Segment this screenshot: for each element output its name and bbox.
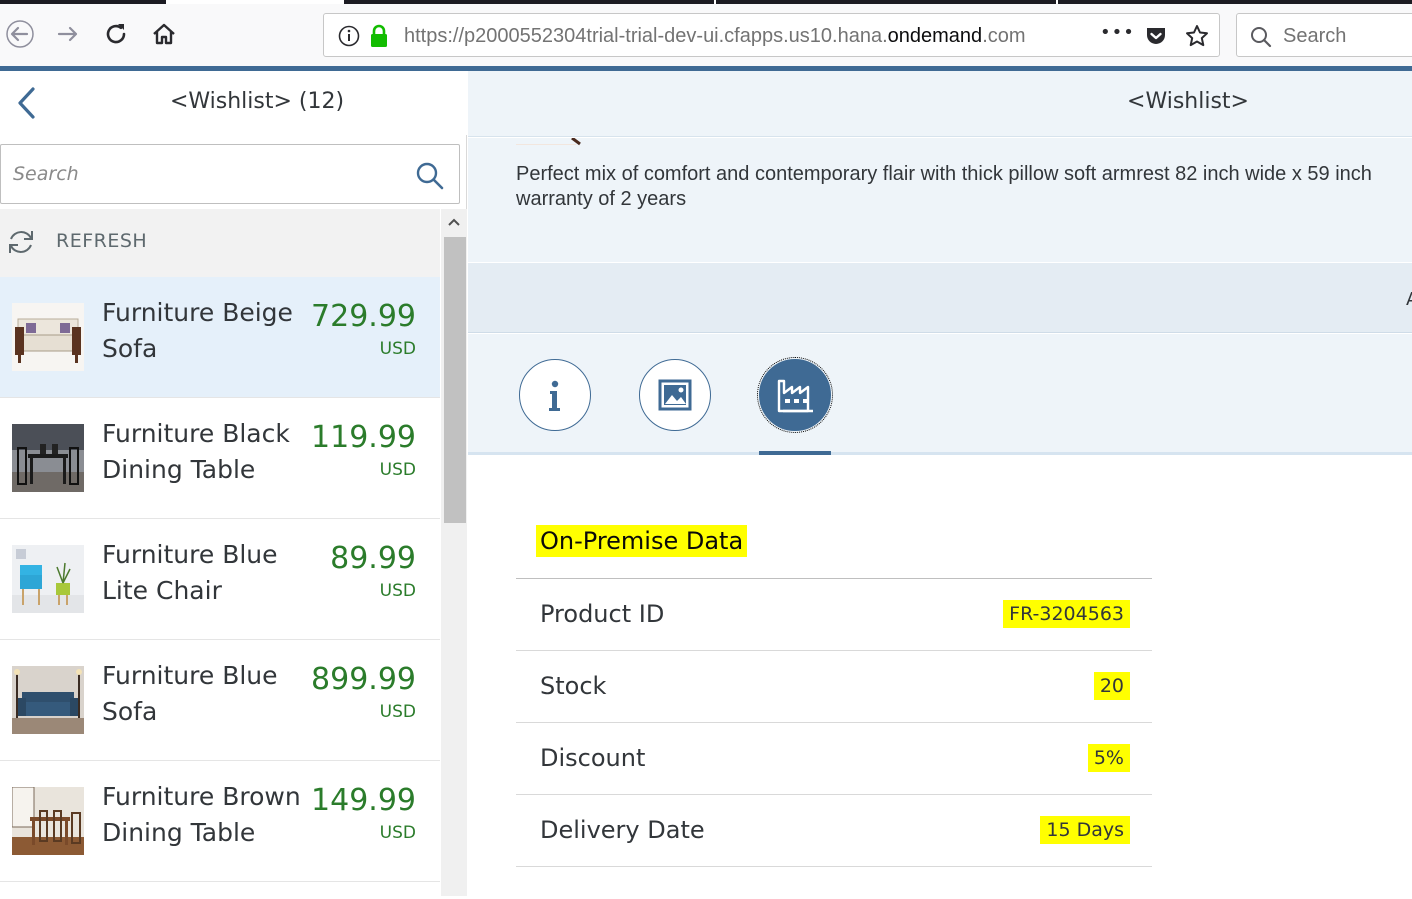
item-price: 149.99 — [311, 783, 416, 818]
lock-icon[interactable] — [368, 24, 390, 48]
item-currency: USD — [379, 702, 416, 722]
list-scrollbar[interactable] — [441, 209, 467, 896]
image-icon — [658, 379, 692, 411]
row-value: 15 Days — [1040, 816, 1130, 844]
page-actions-icon[interactable]: ••• — [1100, 22, 1135, 43]
product-description: Perfect mix of comfort and contemporary … — [468, 138, 1412, 262]
row-label: Product ID — [540, 600, 665, 628]
info-icon — [549, 380, 560, 411]
reload-icon[interactable] — [98, 16, 134, 52]
browser-search-bar[interactable]: Search — [1236, 13, 1412, 57]
item-price: 899.99 — [311, 662, 416, 697]
product-thumbnail-blue-lite-chair — [12, 545, 84, 613]
detail-pane: <Wishlist> Perfect mix of comfort and co… — [468, 71, 1412, 896]
bookmark-star-icon[interactable] — [1184, 23, 1210, 49]
row-label: Delivery Date — [540, 816, 705, 844]
active-tab-underline — [759, 451, 831, 455]
list-item[interactable]: Furniture Black Dining Table 119.99 USD — [0, 398, 440, 519]
detail-title: <Wishlist> — [1127, 89, 1249, 114]
item-price: 119.99 — [311, 420, 416, 455]
table-row: Discount 5% — [516, 723, 1152, 795]
table-row: Delivery Date 15 Days — [516, 795, 1152, 867]
url-text[interactable]: https://p2000552304trial-trial-dev-ui.cf… — [404, 25, 1044, 48]
scroll-thumb[interactable] — [444, 237, 466, 523]
search-input[interactable] — [13, 159, 393, 189]
wishlist-list: REFRESH Furniture Beige Sofa 729.99 USD … — [0, 209, 440, 899]
master-title: <Wishlist> (12) — [169, 89, 345, 114]
item-currency: USD — [379, 339, 416, 359]
master-pane: <Wishlist> (12) REFRESH Furniture Beige … — [0, 71, 467, 896]
item-currency: USD — [379, 823, 416, 843]
list-item[interactable]: Furniture Brown Dining Table 149.99 USD — [0, 761, 440, 882]
list-item[interactable]: Furniture Blue Sofa 899.99 USD — [0, 640, 440, 761]
search-button[interactable] — [413, 159, 447, 193]
product-thumbnail-blue-sofa — [12, 666, 84, 734]
url-bar[interactable]: https://p2000552304trial-trial-dev-ui.cf… — [323, 13, 1220, 57]
detail-header: <Wishlist> — [468, 71, 1412, 137]
chevron-up-icon — [448, 218, 460, 226]
table-row: Product ID FR-3204563 — [516, 579, 1152, 651]
refresh-icon — [9, 231, 33, 253]
refresh-label: REFRESH — [56, 230, 148, 252]
scroll-up-button[interactable] — [441, 209, 467, 235]
refresh-button[interactable]: REFRESH — [0, 209, 440, 277]
product-thumbnail-brown-dining-table — [12, 787, 84, 855]
item-name: Furniture Blue Sofa — [102, 661, 278, 726]
header-attributes-band: A — [468, 263, 1412, 333]
list-item[interactable]: Furniture Blue Lite Chair 89.99 USD — [0, 519, 440, 640]
search-icon — [416, 162, 444, 190]
description-text: Perfect mix of comfort and contemporary … — [516, 163, 1372, 210]
attribute-label: A — [1406, 289, 1412, 310]
icon-tab-bar — [468, 334, 1412, 455]
browser-search-placeholder: Search — [1283, 25, 1347, 47]
item-currency: USD — [379, 581, 416, 601]
row-value: 5% — [1087, 744, 1130, 772]
tab-info[interactable] — [519, 359, 591, 431]
item-currency: USD — [379, 460, 416, 480]
list-item[interactable]: Furniture Beige Sofa 729.99 USD — [0, 277, 440, 398]
tab-on-premise-data[interactable] — [757, 357, 833, 433]
tab-images[interactable] — [639, 359, 711, 431]
row-label: Discount — [540, 744, 646, 772]
row-label: Stock — [540, 672, 607, 700]
browser-toolbar: https://p2000552304trial-trial-dev-ui.cf… — [0, 4, 1412, 66]
home-icon[interactable] — [146, 16, 182, 52]
on-premise-data-table: Product ID FR-3204563 Stock 20 Discount … — [516, 578, 1152, 867]
site-info-icon[interactable] — [338, 25, 360, 47]
item-price: 729.99 — [311, 299, 416, 334]
search-field[interactable] — [0, 144, 460, 204]
product-thumbnail-beige-sofa — [12, 303, 84, 371]
pocket-icon[interactable] — [1144, 24, 1168, 48]
item-name: Furniture Beige Sofa — [102, 298, 293, 363]
item-name: Furniture Blue Lite Chair — [102, 540, 278, 605]
factory-icon — [777, 379, 813, 413]
item-price: 89.99 — [330, 541, 416, 576]
product-image-cutoff — [516, 138, 581, 146]
row-value: FR-3204563 — [1003, 600, 1130, 628]
row-value: 20 — [1093, 672, 1130, 700]
product-thumbnail-black-dining-table — [12, 424, 84, 492]
section-title: On-Premise Data — [536, 525, 748, 557]
search-icon — [1251, 27, 1272, 48]
master-header: <Wishlist> (12) — [0, 71, 467, 135]
table-row: Stock 20 — [516, 651, 1152, 723]
back-arrow-icon[interactable] — [2, 16, 38, 52]
item-name: Furniture Brown Dining Table — [102, 782, 301, 847]
item-name: Furniture Black Dining Table — [102, 419, 290, 484]
forward-arrow-icon[interactable] — [50, 16, 86, 52]
